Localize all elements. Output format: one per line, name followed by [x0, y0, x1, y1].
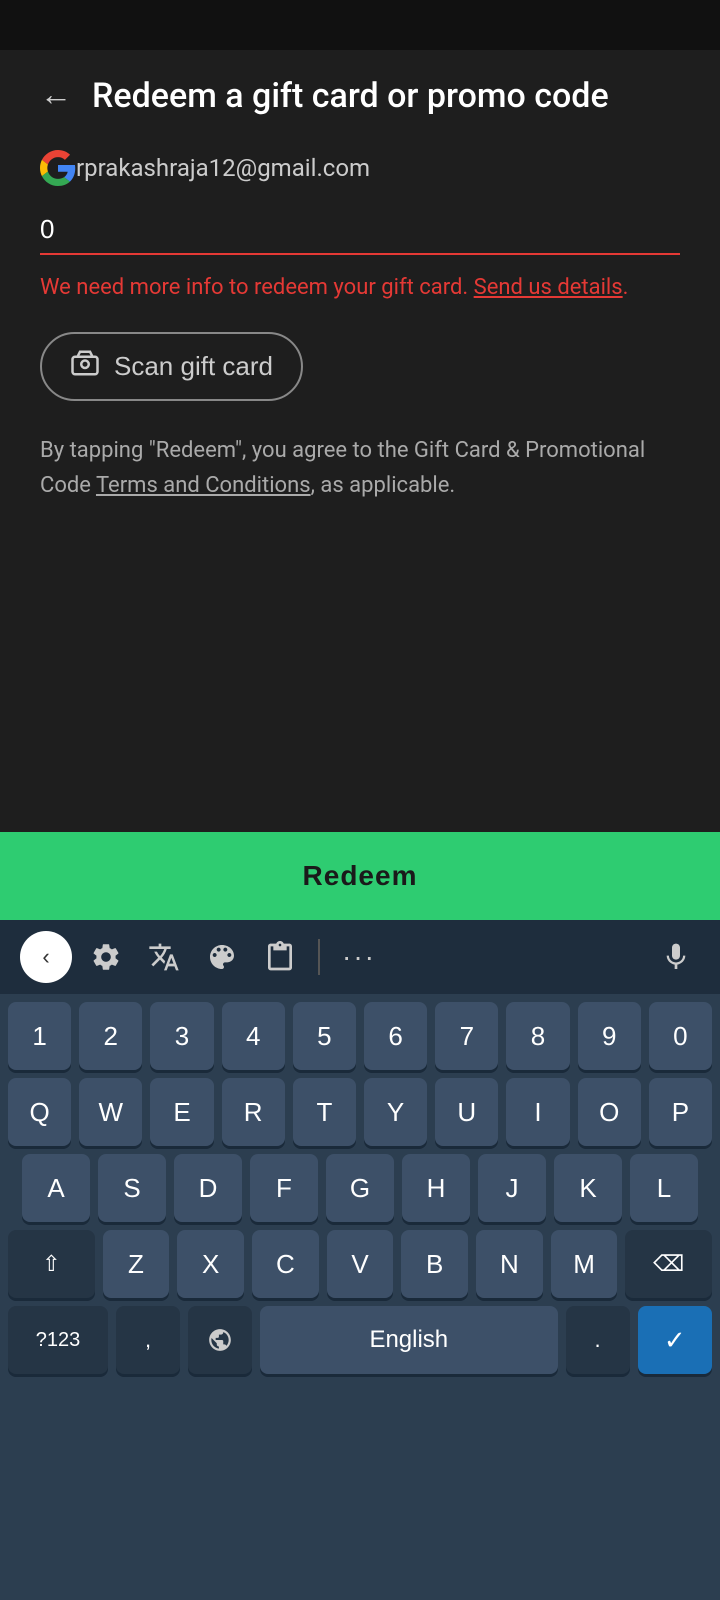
qwerty-row: Q W E R T Y U I O P	[8, 1078, 712, 1146]
status-bar	[0, 0, 720, 50]
terms-link[interactable]: Terms and Conditions	[96, 473, 311, 498]
key-k[interactable]: K	[554, 1154, 622, 1222]
key-a[interactable]: A	[22, 1154, 90, 1222]
account-email: rprakashraja12@gmail.com	[76, 154, 370, 182]
voice-input-button[interactable]	[652, 933, 700, 981]
main-content: ← Redeem a gift card or promo code rprak…	[0, 50, 720, 920]
asdf-row: A S D F G H J K L	[8, 1154, 712, 1222]
gear-icon	[90, 941, 122, 973]
space-key[interactable]: English	[260, 1306, 558, 1374]
key-x[interactable]: X	[177, 1230, 244, 1298]
account-row: rprakashraja12@gmail.com	[40, 150, 680, 186]
period-key[interactable]: .	[566, 1306, 630, 1374]
key-7[interactable]: 7	[435, 1002, 498, 1070]
enter-key[interactable]: ✓	[638, 1306, 712, 1374]
key-f[interactable]: F	[250, 1154, 318, 1222]
key-g[interactable]: G	[326, 1154, 394, 1222]
scan-button-label: Scan gift card	[114, 351, 273, 382]
key-z[interactable]: Z	[103, 1230, 170, 1298]
key-l[interactable]: L	[630, 1154, 698, 1222]
key-6[interactable]: 6	[364, 1002, 427, 1070]
translate-button[interactable]	[140, 933, 188, 981]
symbols-key[interactable]: ?123	[8, 1306, 108, 1374]
key-rows: 1 2 3 4 5 6 7 8 9 0 Q W E R T Y U I O P …	[0, 994, 720, 1386]
page-title: Redeem a gift card or promo code	[92, 74, 680, 118]
key-c[interactable]: C	[252, 1230, 319, 1298]
bottom-row: ?123 , English . ✓	[8, 1306, 712, 1374]
globe-key[interactable]	[188, 1306, 252, 1374]
key-0[interactable]: 0	[649, 1002, 712, 1070]
redeem-button[interactable]: Redeem	[0, 832, 720, 920]
header: ← Redeem a gift card or promo code	[40, 74, 680, 118]
key-4[interactable]: 4	[222, 1002, 285, 1070]
zxcv-row: ⇧ Z X C V B N M ⌫	[8, 1230, 712, 1298]
key-2[interactable]: 2	[79, 1002, 142, 1070]
key-r[interactable]: R	[222, 1078, 285, 1146]
key-5[interactable]: 5	[293, 1002, 356, 1070]
key-j[interactable]: J	[478, 1154, 546, 1222]
key-u[interactable]: U	[435, 1078, 498, 1146]
key-o[interactable]: O	[578, 1078, 641, 1146]
globe-icon	[207, 1327, 233, 1353]
key-9[interactable]: 9	[578, 1002, 641, 1070]
content-area: ← Redeem a gift card or promo code rprak…	[0, 50, 720, 920]
code-input[interactable]	[40, 206, 680, 255]
number-row: 1 2 3 4 5 6 7 8 9 0	[8, 1002, 712, 1070]
key-t[interactable]: T	[293, 1078, 356, 1146]
back-button[interactable]: ←	[40, 78, 72, 110]
keyboard-settings-button[interactable]	[82, 933, 130, 981]
key-8[interactable]: 8	[506, 1002, 569, 1070]
input-wrapper	[40, 206, 680, 255]
key-n[interactable]: N	[476, 1230, 543, 1298]
clipboard-button[interactable]	[256, 933, 304, 981]
camera-icon	[70, 348, 100, 385]
keyboard-toolbar: ‹ ···	[0, 920, 720, 994]
key-h[interactable]: H	[402, 1154, 470, 1222]
google-logo-icon	[40, 150, 76, 186]
key-e[interactable]: E	[150, 1078, 213, 1146]
palette-icon	[206, 941, 238, 973]
backspace-key[interactable]: ⌫	[625, 1230, 712, 1298]
send-details-link[interactable]: Send us details	[474, 275, 623, 300]
theme-button[interactable]	[198, 933, 246, 981]
clipboard-icon	[264, 941, 296, 973]
key-w[interactable]: W	[79, 1078, 142, 1146]
error-message: We need more info to redeem your gift ca…	[40, 271, 680, 304]
translate-icon	[148, 941, 180, 973]
keyboard: ‹ ··· 1 2 3 4 5 6 7	[0, 920, 720, 1600]
comma-key[interactable]: ,	[116, 1306, 180, 1374]
microphone-icon	[660, 941, 692, 973]
key-1[interactable]: 1	[8, 1002, 71, 1070]
key-i[interactable]: I	[506, 1078, 569, 1146]
key-y[interactable]: Y	[364, 1078, 427, 1146]
keyboard-collapse-button[interactable]: ‹	[20, 931, 72, 983]
key-p[interactable]: P	[649, 1078, 712, 1146]
key-s[interactable]: S	[98, 1154, 166, 1222]
key-3[interactable]: 3	[150, 1002, 213, 1070]
key-d[interactable]: D	[174, 1154, 242, 1222]
toolbar-separator	[318, 939, 320, 975]
key-b[interactable]: B	[401, 1230, 468, 1298]
more-options-button[interactable]: ···	[334, 933, 384, 981]
terms-text: By tapping "Redeem", you agree to the Gi…	[40, 433, 680, 503]
scan-gift-card-button[interactable]: Scan gift card	[40, 332, 303, 401]
key-v[interactable]: V	[327, 1230, 394, 1298]
shift-key[interactable]: ⇧	[8, 1230, 95, 1298]
key-m[interactable]: M	[551, 1230, 618, 1298]
key-q[interactable]: Q	[8, 1078, 71, 1146]
